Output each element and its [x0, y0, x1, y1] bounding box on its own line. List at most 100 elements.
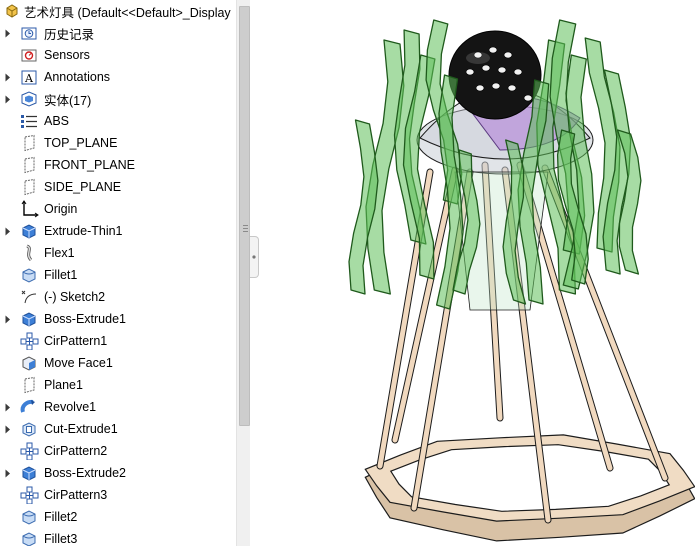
fillet-icon	[22, 268, 36, 283]
part-root-icon	[6, 4, 18, 18]
tree-item-cirpattern1[interactable]: CirPattern1	[0, 330, 236, 352]
feature-manager-tree: 艺术灯具 (Default<<Default>_Display 历史记录 Sens…	[0, 0, 250, 546]
move-face-icon	[22, 356, 36, 371]
plane-icon	[24, 376, 35, 394]
tree-item-label: ABS	[44, 114, 70, 128]
panel-splitter[interactable]	[250, 0, 259, 546]
plane-icon	[24, 134, 35, 152]
expand-arrow-icon[interactable]	[4, 402, 12, 412]
sensors-icon	[21, 49, 37, 62]
tree-item-label: Fillet2	[44, 510, 78, 524]
fillet-icon	[22, 532, 36, 546]
scrollbar-thumb[interactable]	[239, 6, 250, 426]
splitter-handle[interactable]	[250, 236, 259, 278]
tree-item-label: Cut-Extrude1	[44, 422, 118, 436]
tree-item-boss-extrude1[interactable]: Boss-Extrude1	[0, 308, 236, 330]
extrude-icon	[22, 224, 36, 239]
tree-item-label: Fillet1	[44, 268, 78, 282]
tree-item-label: Extrude-Thin1	[44, 224, 123, 238]
fillet-icon	[22, 510, 36, 525]
tree-item-label: Flex1	[44, 246, 75, 260]
feature-list: 历史记录 Sensors A Annotations 实体(17) ABS TOP_PLAN…	[0, 22, 236, 546]
tree-item-fillet3[interactable]: Fillet3	[0, 528, 236, 546]
tree-item-label: Boss-Extrude1	[44, 312, 126, 326]
solid-bodies-folder-icon	[21, 91, 37, 107]
splitter-grip-icon	[252, 255, 256, 259]
tree-item-label: FRONT_PLANE	[44, 158, 135, 172]
tree-item-label: Move Face1	[44, 356, 113, 370]
expand-arrow-icon[interactable]	[4, 314, 12, 324]
bulb-hole	[491, 82, 501, 90]
tree-item-fillet1[interactable]: Fillet1	[0, 264, 236, 286]
tree-item-revolve1[interactable]: Revolve1	[0, 396, 236, 418]
graphics-viewport[interactable]	[259, 0, 695, 546]
circular-pattern-icon	[20, 486, 39, 504]
cut-extrude-icon	[22, 422, 36, 437]
tree-item-fillet2[interactable]: Fillet2	[0, 506, 236, 528]
plane-icon	[24, 178, 35, 196]
annotations-icon: A	[21, 70, 37, 85]
expand-arrow-icon[interactable]	[4, 72, 12, 82]
expand-arrow-icon[interactable]	[4, 226, 12, 236]
svg-text:A: A	[24, 72, 34, 85]
bulb-hole	[488, 46, 498, 54]
tree-item-label: Plane1	[44, 378, 83, 392]
bulb-hole	[513, 68, 523, 76]
tree-item-side-plane[interactable]: SIDE_PLANE	[0, 176, 236, 198]
tree-item-label: Origin	[44, 202, 78, 216]
expand-arrow-icon[interactable]	[4, 94, 12, 104]
bulb-hole	[497, 66, 507, 74]
bulb-hole	[523, 94, 533, 102]
history-folder-icon	[21, 27, 37, 40]
tree-root-part[interactable]: 艺术灯具 (Default<<Default>_Display	[0, 0, 236, 22]
extrude-icon	[22, 312, 36, 327]
revolve-icon	[20, 399, 35, 413]
tree-item-sketch2[interactable]: (-) Sketch2	[0, 286, 236, 308]
tree-root-label: 艺术灯具 (Default<<Default>_Display	[24, 5, 231, 20]
circular-pattern-icon	[20, 442, 39, 460]
bulb-hole	[507, 84, 517, 92]
bulb-hole	[481, 64, 491, 72]
tree-item-flex1[interactable]: Flex1	[0, 242, 236, 264]
tree-item-cirpattern3[interactable]: CirPattern3	[0, 484, 236, 506]
tree-scrollbar[interactable]	[236, 0, 251, 546]
tree-item-plane1[interactable]: Plane1	[0, 374, 236, 396]
tree-item-top-plane[interactable]: TOP_PLANE	[0, 132, 236, 154]
plane-icon	[24, 156, 35, 174]
tree-item-cirpattern2[interactable]: CirPattern2	[0, 440, 236, 462]
tree-item-item-0[interactable]: 历史记录	[0, 22, 236, 44]
tree-item-label: CirPattern1	[44, 334, 108, 348]
expand-arrow-icon[interactable]	[4, 28, 12, 38]
tree-item-label: SIDE_PLANE	[44, 180, 122, 194]
tree-item-abs[interactable]: ABS	[0, 110, 236, 132]
tree-item-annotations[interactable]: A Annotations	[0, 66, 236, 88]
bulb-hole	[503, 51, 513, 59]
tree-item-extrude-thin1[interactable]: Extrude-Thin1	[0, 220, 236, 242]
sketch-icon	[21, 290, 37, 304]
tree-item-17[interactable]: 实体(17)	[0, 88, 236, 110]
tree-item-boss-extrude2[interactable]: Boss-Extrude2	[0, 462, 236, 484]
tree-item-label: CirPattern3	[44, 488, 108, 502]
bulb-sphere	[448, 30, 542, 120]
tree-item-label: Annotations	[44, 70, 111, 84]
expand-arrow-icon[interactable]	[4, 424, 12, 434]
bulb-hole	[465, 68, 475, 76]
material-icon	[21, 115, 37, 128]
tree-item-origin[interactable]: Origin	[0, 198, 236, 220]
tree-item-move-face1[interactable]: Move Face1	[0, 352, 236, 374]
tree-item-sensors[interactable]: Sensors	[0, 44, 236, 66]
bulb-hole	[475, 84, 485, 92]
expand-arrow-icon[interactable]	[4, 468, 12, 478]
circular-pattern-icon	[20, 332, 39, 350]
tree-item-label: Boss-Extrude2	[44, 466, 126, 480]
art-lamp-model[interactable]	[259, 0, 695, 546]
tree-item-label: TOP_PLANE	[44, 136, 118, 150]
tree-item-label: 历史记录	[44, 27, 95, 42]
tree-item-front-plane[interactable]: FRONT_PLANE	[0, 154, 236, 176]
tree-item-cut-extrude1[interactable]: Cut-Extrude1	[0, 418, 236, 440]
tree-item-label: Revolve1	[44, 400, 97, 414]
extrude-icon	[22, 466, 36, 481]
scroll-grip-icon	[243, 225, 248, 232]
tree-item-label: (-) Sketch2	[44, 290, 106, 304]
origin-icon	[21, 200, 39, 218]
